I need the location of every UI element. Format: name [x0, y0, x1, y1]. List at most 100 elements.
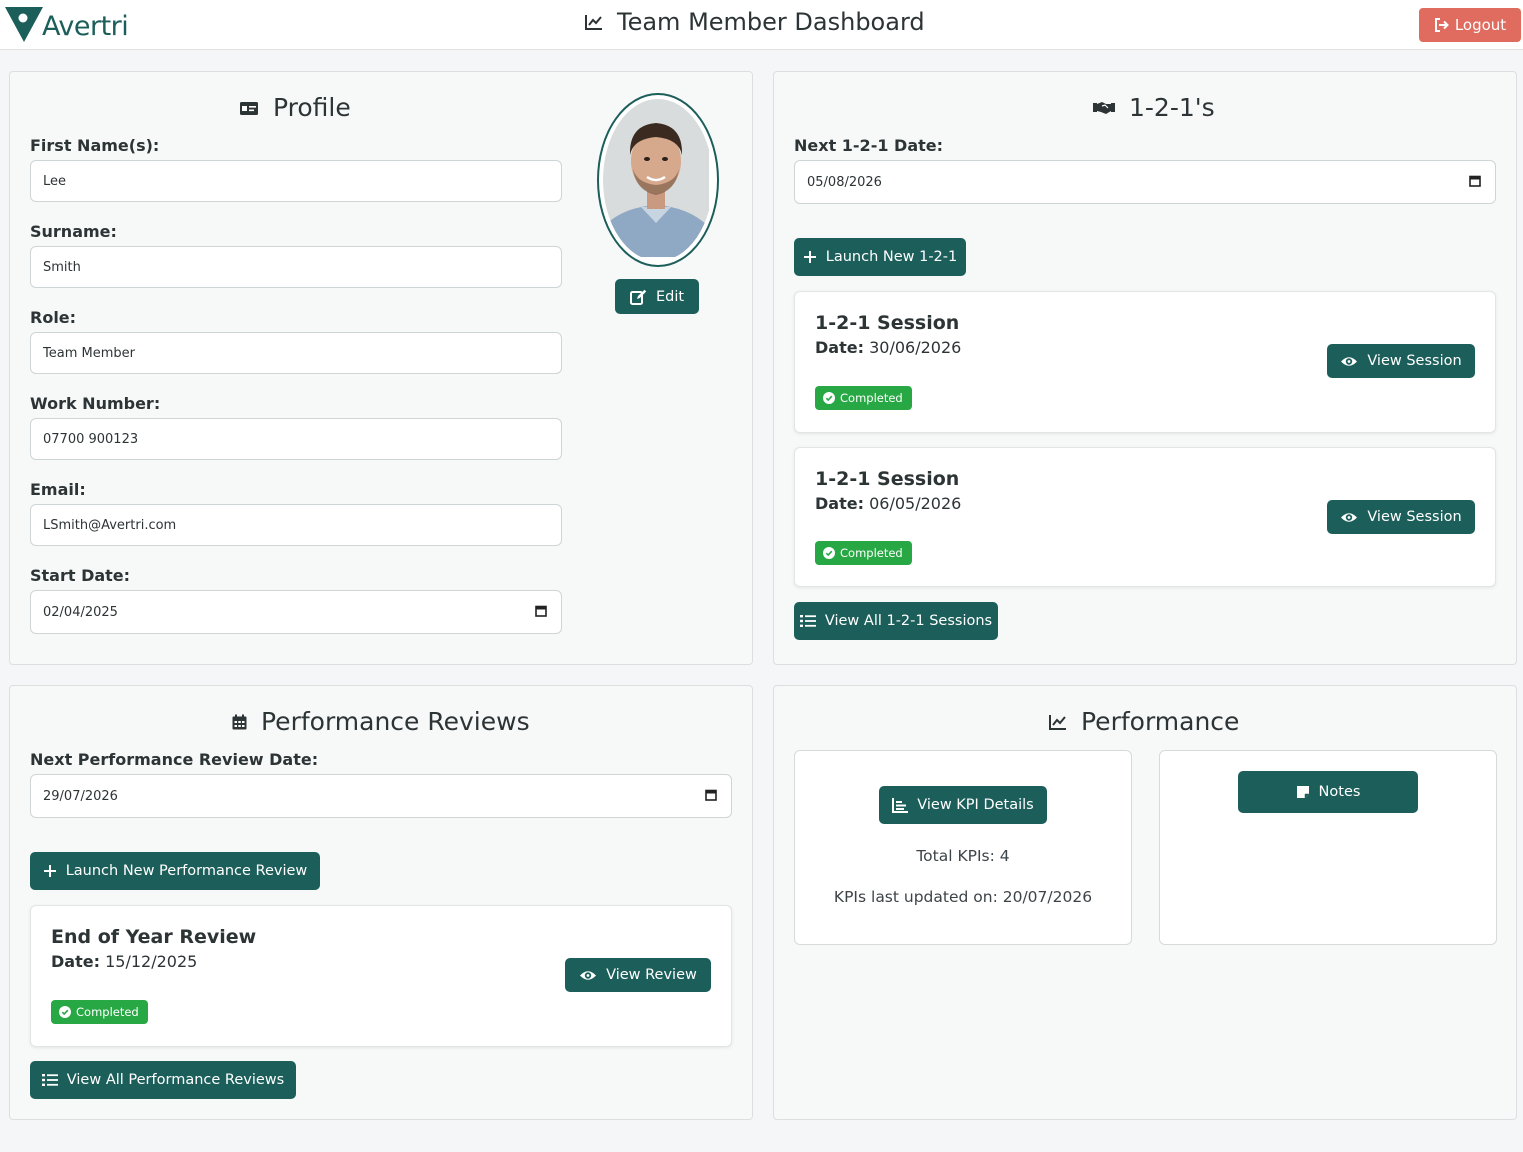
session-date-value: 30/06/2026: [869, 338, 962, 357]
profile-title: Profile: [239, 93, 351, 122]
edit-profile-button[interactable]: Edit: [615, 279, 699, 314]
first-name-field[interactable]: Lee: [30, 160, 562, 202]
performance-title: Performance: [1049, 707, 1239, 736]
launch-new-review-label: Launch New Performance Review: [65, 863, 308, 879]
view-review-label: View Review: [606, 967, 697, 983]
calendar-icon[interactable]: [705, 789, 717, 801]
profile-card: Profile First Name(s): Lee Surname: Smit…: [9, 71, 753, 665]
calendar-icon[interactable]: [535, 605, 547, 617]
view-all-reviews-button[interactable]: View All Performance Reviews: [30, 1061, 296, 1099]
status-text: Completed: [840, 391, 903, 405]
view-session-label: View Session: [1367, 509, 1462, 525]
logo-text: Avertri: [42, 10, 129, 42]
plus-icon: [43, 865, 56, 877]
email-field[interactable]: LSmith@Avertri.com: [30, 504, 562, 546]
avatar: [603, 99, 713, 261]
review-title: End of Year Review: [51, 926, 257, 948]
start-date-field[interactable]: 02/04/2025: [30, 590, 562, 634]
notes-label: Notes: [1318, 784, 1361, 800]
logo-mark-icon: [5, 7, 43, 42]
launch-new-121-label: Launch New 1-2-1: [825, 249, 958, 265]
calendar-icon[interactable]: [1469, 175, 1481, 187]
review-date-label: Date:: [51, 952, 100, 971]
review-date-value: 15/12/2025: [105, 952, 198, 971]
view-all-121-sessions-button[interactable]: View All 1-2-1 Sessions: [794, 602, 998, 640]
check-circle-icon: [823, 392, 835, 404]
view-all-reviews-label: View All Performance Reviews: [66, 1072, 285, 1088]
view-all-121-label: View All 1-2-1 Sessions: [824, 613, 993, 629]
next-121-date-label: Next 1-2-1 Date:: [794, 136, 944, 155]
view-session-button[interactable]: View Session: [1327, 500, 1475, 534]
session-card: 1-2-1 Session Date: 06/05/2026 Completed…: [794, 447, 1496, 587]
view-kpi-details-button[interactable]: View KPI Details: [879, 786, 1047, 824]
surname-field[interactable]: Smith: [30, 246, 562, 288]
check-circle-icon: [59, 1006, 71, 1018]
review-date: Date: 15/12/2025: [51, 952, 197, 971]
session-date: Date: 06/05/2026: [815, 494, 961, 513]
sticky-note-icon: [1296, 786, 1309, 798]
status-badge: Completed: [51, 1000, 148, 1024]
next-review-date-field[interactable]: 29/07/2026: [30, 774, 732, 818]
plus-icon: [803, 251, 816, 263]
view-kpi-details-label: View KPI Details: [917, 797, 1034, 813]
notes-button[interactable]: Notes: [1238, 771, 1418, 813]
next-121-date-field[interactable]: 05/08/2026: [794, 160, 1496, 204]
total-kpis: Total KPIs: 4: [916, 847, 1010, 865]
eye-icon: [1341, 356, 1358, 366]
top-bar: Avertri Team Member Dashboard Logout: [0, 0, 1523, 50]
id-card-icon: [240, 101, 258, 115]
first-name-label: First Name(s):: [30, 136, 160, 155]
start-date-label: Start Date:: [30, 566, 131, 585]
next-review-date-label: Next Performance Review Date:: [30, 750, 319, 769]
session-date-label: Date:: [815, 494, 864, 513]
sign-out-icon: [1434, 18, 1449, 32]
start-date-value: 02/04/2025: [43, 604, 118, 620]
profile-title-text: Profile: [273, 93, 351, 122]
work-number-label: Work Number:: [30, 394, 161, 413]
performance-reviews-card: Performance Reviews Next Performance Rev…: [9, 685, 753, 1120]
logout-button[interactable]: Logout: [1419, 8, 1521, 42]
edit-label: Edit: [655, 288, 685, 305]
avertri-logo[interactable]: Avertri: [4, 5, 129, 43]
kpis-last-updated: KPIs last updated on: 20/07/2026: [833, 888, 1093, 906]
eye-icon: [580, 970, 597, 980]
list-icon: [799, 615, 816, 627]
review-card: End of Year Review Date: 15/12/2025 Comp…: [30, 905, 732, 1047]
view-session-label: View Session: [1367, 353, 1462, 369]
status-text: Completed: [76, 1005, 139, 1019]
status-text: Completed: [840, 546, 903, 560]
profile-photo: [603, 99, 709, 257]
status-badge: Completed: [815, 386, 912, 410]
page-title: Team Member Dashboard: [585, 8, 925, 36]
page-title-text: Team Member Dashboard: [617, 8, 925, 36]
check-circle-icon: [823, 547, 835, 559]
performance-title-text: Performance: [1081, 707, 1240, 736]
list-icon: [41, 1074, 58, 1086]
performance-reviews-title-text: Performance Reviews: [261, 707, 530, 736]
avatar-frame: [597, 93, 719, 267]
calendar-icon: [232, 714, 247, 729]
eye-icon: [1341, 512, 1358, 522]
role-field[interactable]: Team Member: [30, 332, 562, 374]
session-title: 1-2-1 Session: [815, 312, 960, 334]
logout-label: Logout: [1454, 16, 1507, 34]
view-review-button[interactable]: View Review: [565, 958, 711, 992]
work-number-field[interactable]: 07700 900123: [30, 418, 562, 460]
role-label: Role:: [30, 308, 77, 327]
one-to-ones-card: 1-2-1's Next 1-2-1 Date: 05/08/2026 Laun…: [773, 71, 1517, 665]
notes-panel: Notes: [1159, 750, 1497, 945]
bar-chart-icon: [892, 797, 909, 813]
performance-card: Performance View KPI Details Total KPIs:…: [773, 685, 1517, 1120]
edit-icon: [629, 289, 647, 305]
view-session-button[interactable]: View Session: [1327, 344, 1475, 378]
chart-line-icon: [1049, 714, 1066, 730]
session-date-value: 06/05/2026: [869, 494, 962, 513]
launch-new-review-button[interactable]: Launch New Performance Review: [30, 852, 320, 890]
kpi-panel: View KPI Details Total KPIs: 4 KPIs last…: [794, 750, 1132, 945]
session-card: 1-2-1 Session Date: 30/06/2026 Completed…: [794, 291, 1496, 433]
handshake-icon: [1093, 101, 1115, 114]
next-121-date-value: 05/08/2026: [807, 174, 882, 190]
launch-new-121-button[interactable]: Launch New 1-2-1: [794, 238, 966, 276]
performance-reviews-title: Performance Reviews: [232, 707, 530, 736]
status-badge: Completed: [815, 541, 912, 565]
